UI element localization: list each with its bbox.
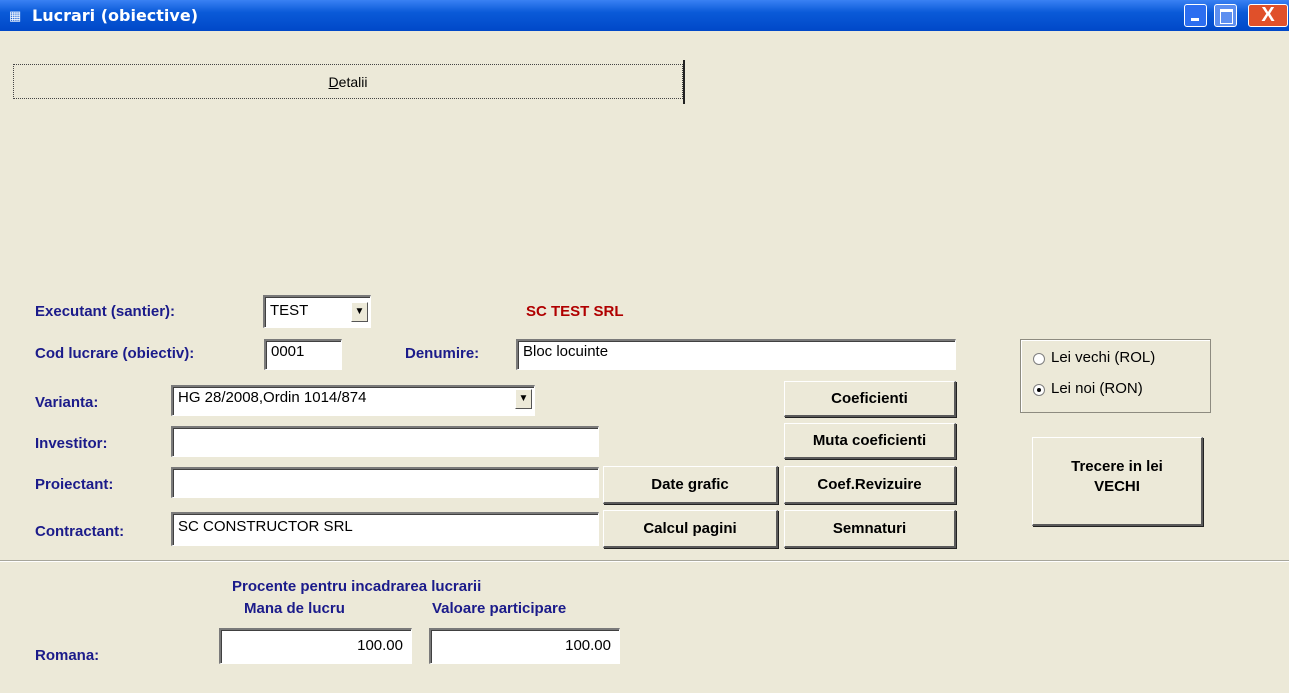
- maximize-icon: [1220, 9, 1233, 24]
- denumire-label: Denumire:: [405, 345, 480, 362]
- minimize-button[interactable]: [1184, 4, 1207, 27]
- cod-lucrare-label: Cod lucrare (obiectiv):: [35, 345, 195, 362]
- romana-label: Romana:: [35, 647, 100, 664]
- company-name: SC TEST SRL: [526, 303, 624, 320]
- radio-lei-noi[interactable]: [1033, 384, 1045, 396]
- calcul-pagini-button[interactable]: Calcul pagini: [603, 510, 778, 548]
- contractant-input[interactable]: SC CONSTRUCTOR SRL: [171, 512, 599, 546]
- minimize-icon: [1191, 18, 1199, 21]
- muta-coeficienti-button[interactable]: Muta coeficienti: [784, 423, 956, 459]
- maximize-button[interactable]: [1214, 4, 1237, 27]
- title-bar: ▦ Lucrari (obiective) X: [0, 0, 1289, 31]
- section-divider: [0, 560, 1289, 562]
- currency-group: Lei vechi (ROL) Lei noi (RON): [1020, 339, 1211, 413]
- chevron-down-icon[interactable]: ▼: [351, 302, 368, 322]
- app-icon[interactable]: ▦: [9, 8, 25, 23]
- mana-lucru-input[interactable]: 100.00: [219, 628, 412, 664]
- valoare-participare-input[interactable]: 100.00: [429, 628, 620, 664]
- executant-label: Executant (santier):: [35, 303, 176, 320]
- coeficienti-button[interactable]: Coeficienti: [784, 381, 956, 417]
- investitor-label: Investitor:: [35, 435, 108, 452]
- denumire-input[interactable]: Bloc locuinte: [516, 339, 956, 370]
- trecere-lei-vechi-button[interactable]: Trecere in lei VECHI: [1032, 437, 1203, 526]
- close-icon: X: [1261, 4, 1275, 26]
- tab-detalii-label: Detalii: [328, 74, 368, 90]
- tab-edge: [683, 60, 685, 104]
- close-button[interactable]: X: [1248, 4, 1288, 27]
- varianta-label: Varianta:: [35, 394, 99, 411]
- valoare-participare-header: Valoare participare: [432, 600, 567, 617]
- procente-heading: Procente pentru incadrarea lucrarii: [232, 578, 482, 595]
- varianta-select[interactable]: HG 28/2008,Ordin 1014/874 ▼: [171, 385, 535, 416]
- proiectant-input[interactable]: [171, 467, 599, 498]
- semnaturi-button[interactable]: Semnaturi: [784, 510, 956, 548]
- contractant-label: Contractant:: [35, 523, 125, 540]
- radio-lei-vechi-label[interactable]: Lei vechi (ROL): [1051, 349, 1155, 366]
- executant-select[interactable]: TEST ▼: [263, 295, 371, 328]
- date-grafic-button[interactable]: Date grafic: [603, 466, 778, 504]
- trecere-line2: VECHI: [1094, 478, 1140, 495]
- investitor-input[interactable]: [171, 426, 599, 457]
- trecere-line1: Trecere in lei: [1071, 458, 1163, 475]
- radio-lei-vechi[interactable]: [1033, 353, 1045, 365]
- executant-value: TEST: [270, 302, 309, 319]
- mana-lucru-header: Mana de lucru: [244, 600, 345, 617]
- cod-lucrare-input[interactable]: 0001: [264, 339, 342, 370]
- tab-detalii[interactable]: Detalii: [13, 64, 683, 99]
- radio-lei-noi-label[interactable]: Lei noi (RON): [1051, 380, 1143, 397]
- coef-revizuire-button[interactable]: Coef.Revizuire: [784, 466, 956, 504]
- proiectant-label: Proiectant:: [35, 476, 114, 493]
- chevron-down-icon[interactable]: ▼: [515, 389, 532, 409]
- window-title: Lucrari (obiective): [32, 6, 199, 25]
- varianta-value: HG 28/2008,Ordin 1014/874: [178, 389, 367, 406]
